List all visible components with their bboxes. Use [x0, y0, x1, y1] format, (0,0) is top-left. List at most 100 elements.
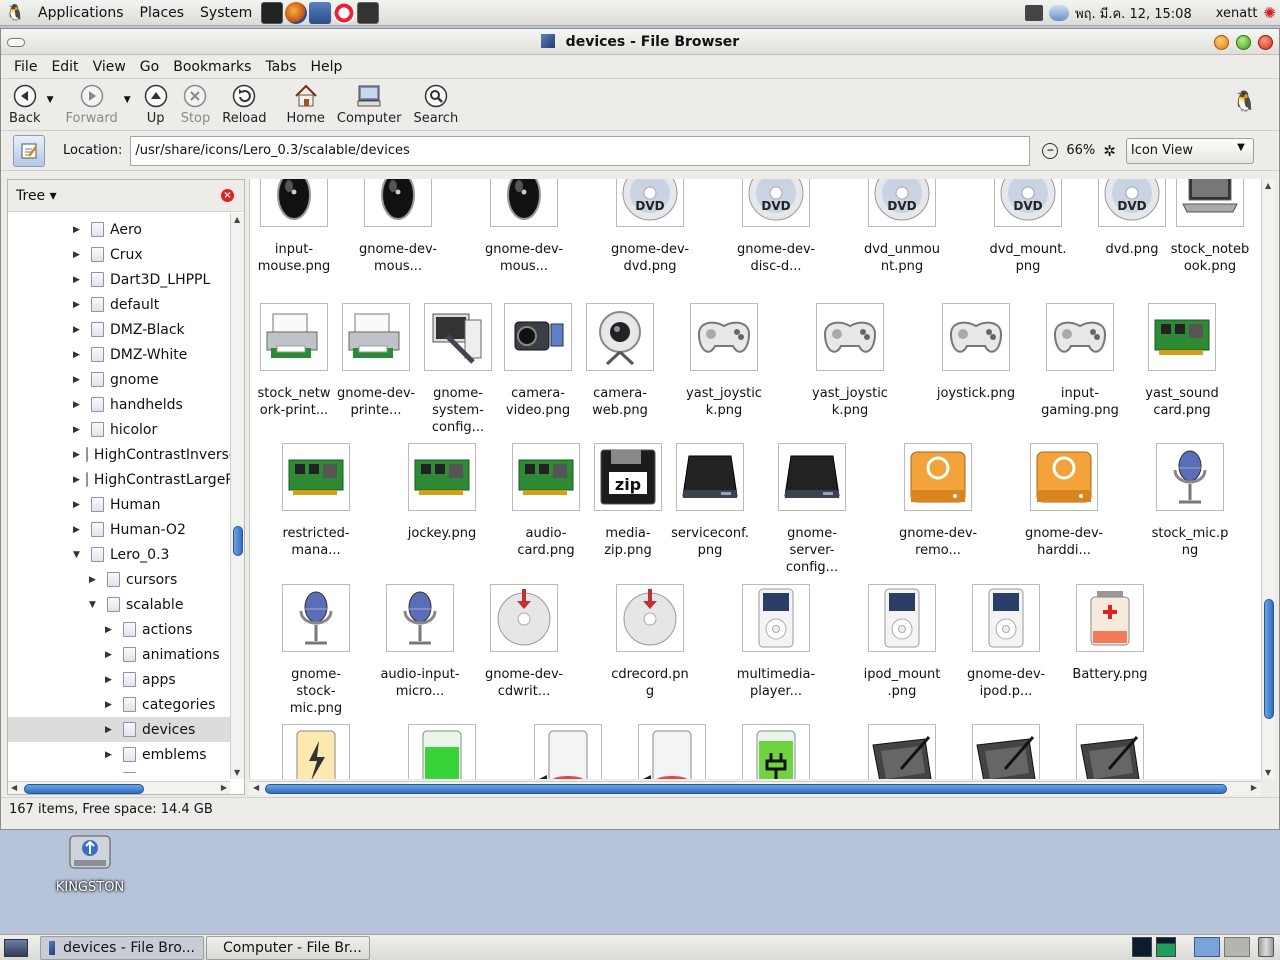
expander-closed-icon[interactable]: ▶ — [105, 700, 117, 710]
file-item[interactable]: cdrecord.png — [610, 584, 690, 700]
tree-item-animations[interactable]: ▶ animations — [8, 642, 230, 667]
editor-launcher-icon[interactable] — [309, 1, 332, 24]
tree-scroll-thumb[interactable] — [233, 526, 243, 556]
icon-view-hscroll-thumb[interactable] — [265, 784, 1227, 794]
file-item[interactable]: gnome-dev-cdwrit... — [484, 584, 564, 700]
expander-closed-icon[interactable]: ▶ — [105, 675, 117, 685]
reload-button[interactable]: Reload — [216, 83, 272, 126]
network-icon[interactable] — [1025, 5, 1044, 21]
file-item[interactable] — [276, 724, 356, 779]
tree-item-crux[interactable]: ▶ Crux — [8, 242, 230, 267]
system-menu[interactable]: System — [192, 0, 260, 26]
icon-view-horizontal-scrollbar[interactable]: ◀ ▶ — [249, 781, 1261, 795]
file-item[interactable]: DVD dvd_unmount.png — [862, 179, 942, 275]
user-name[interactable]: xenatt — [1216, 6, 1258, 21]
file-item[interactable]: serviceconf.png — [670, 443, 750, 559]
tree-item-human-o2[interactable]: ▶ Human-O2 — [8, 517, 230, 542]
expander-closed-icon[interactable]: ▶ — [89, 575, 101, 585]
distro-logo-icon[interactable]: 🐧 — [4, 2, 26, 24]
tree-item-dmz-white[interactable]: ▶ DMZ-White — [8, 342, 230, 367]
tree-item-gnome[interactable]: ▶ gnome — [8, 367, 230, 392]
tree-item-human[interactable]: ▶ Human — [8, 492, 230, 517]
file-item[interactable]: multimedia-player... — [736, 584, 816, 700]
file-item[interactable]: gnome-dev-harddi... — [1024, 443, 1104, 559]
window-titlebar[interactable]: devices - File Browser — [1, 29, 1279, 55]
tree-item-default[interactable]: ▶ default — [8, 292, 230, 317]
tree-item-mimetypes[interactable]: ▶mimetypes — [8, 767, 230, 773]
file-item[interactable]: gnome-dev-printe... — [336, 303, 416, 419]
expander-closed-icon[interactable]: ▶ — [73, 475, 80, 485]
expander-closed-icon[interactable]: ▶ — [73, 300, 85, 310]
places-menu[interactable]: Places — [132, 0, 193, 26]
file-item[interactable]: audio-input-micro... — [380, 584, 460, 700]
file-item[interactable]: DVD dvd.png — [1092, 179, 1172, 258]
menu-file[interactable]: File — [7, 59, 44, 75]
tree-item-hicolor[interactable]: ▶ hicolor — [8, 417, 230, 442]
tree-item-devices[interactable]: ▶ devices — [8, 717, 230, 742]
expander-closed-icon[interactable]: ▶ — [73, 375, 85, 385]
file-item[interactable]: joystick.png — [936, 303, 1016, 402]
file-item[interactable]: restricted-mana... — [276, 443, 356, 559]
tree-item-lero-0-3[interactable]: ▼ Lero_0.3 — [8, 542, 230, 567]
file-item[interactable] — [402, 724, 482, 779]
expander-closed-icon[interactable]: ▶ — [105, 750, 117, 760]
file-item[interactable]: DVD gnome-dev-disc-d... — [736, 179, 816, 275]
tree-item-highcontrastinverse[interactable]: ▶ HighContrastInverse — [8, 442, 232, 467]
file-item[interactable] — [966, 724, 1046, 779]
tree-vertical-scrollbar[interactable]: ▲ ▼ — [230, 213, 244, 779]
expander-closed-icon[interactable]: ▶ — [73, 400, 85, 410]
menu-tabs[interactable]: Tabs — [258, 59, 303, 75]
expander-closed-icon[interactable]: ▶ — [73, 450, 80, 460]
file-item[interactable]: gnome-dev-remo... — [898, 443, 978, 559]
workspace-2[interactable] — [1224, 937, 1250, 957]
computer-button[interactable]: Computer — [331, 83, 408, 126]
file-item[interactable]: gnome-server-config... — [772, 443, 852, 576]
expander-open-icon[interactable]: ▼ — [73, 550, 85, 560]
file-item[interactable]: gnome-stock-mic.png — [276, 584, 356, 717]
expander-closed-icon[interactable]: ▶ — [73, 225, 85, 235]
tree-horizontal-scrollbar[interactable]: ◀ ▶ — [8, 781, 230, 794]
file-item[interactable]: gnome-dev-mous... — [358, 179, 438, 275]
zoom-level[interactable]: 66% — [1066, 143, 1095, 158]
expander-closed-icon[interactable]: ▶ — [73, 325, 85, 335]
back-button[interactable]: Back — [1, 83, 47, 126]
file-item[interactable]: audio-card.png — [506, 443, 586, 559]
trash-icon[interactable] — [1258, 937, 1274, 957]
menu-bookmarks[interactable]: Bookmarks — [166, 59, 258, 75]
sidebar-mode-select[interactable]: Tree ▾ — [16, 188, 57, 204]
file-item[interactable]: input-mouse.png — [254, 179, 334, 275]
zoom-in-icon[interactable]: ✲ — [1103, 142, 1116, 160]
applications-menu[interactable]: Applications — [30, 0, 132, 26]
tree-item-dmz-black[interactable]: ▶ DMZ-Black — [8, 317, 230, 342]
tree-item-highcontrastlargeprint[interactable]: ▶ HighContrastLargePrint — [8, 467, 232, 492]
terminal-launcher-icon[interactable] — [261, 1, 284, 24]
expander-open-icon[interactable]: ▼ — [89, 600, 101, 610]
system-monitor-icon[interactable] — [1132, 937, 1152, 957]
show-desktop-icon[interactable] — [4, 938, 28, 957]
menu-help[interactable]: Help — [303, 59, 349, 75]
file-item[interactable]: yast_soundcard.png — [1142, 303, 1222, 419]
file-item[interactable]: gnome-system-config... — [418, 303, 498, 436]
memory-monitor-icon[interactable] — [1156, 937, 1176, 957]
firefox-launcher-icon[interactable] — [285, 1, 308, 24]
menu-go[interactable]: Go — [133, 59, 166, 75]
menu-view[interactable]: View — [86, 59, 133, 75]
weather-icon[interactable] — [1049, 5, 1070, 21]
workspace-1[interactable] — [1194, 937, 1220, 957]
file-item[interactable]: DVD dvd_mount.png — [988, 179, 1068, 275]
file-item[interactable]: Battery.png — [1070, 584, 1150, 683]
file-item[interactable] — [632, 724, 712, 779]
expander-closed-icon[interactable]: ▶ — [105, 725, 117, 735]
expander-closed-icon[interactable]: ▶ — [73, 425, 85, 435]
expander-closed-icon[interactable]: ▶ — [73, 500, 85, 510]
maximize-button[interactable] — [1236, 35, 1251, 50]
icon-view-scroll-thumb[interactable] — [1264, 599, 1274, 719]
expander-closed-icon[interactable]: ▶ — [73, 250, 85, 260]
taskbar-item-devices[interactable]: devices - File Bro... — [40, 935, 204, 960]
file-item[interactable]: camera-video.png — [498, 303, 578, 419]
file-item[interactable]: stock_mic.png — [1150, 443, 1230, 559]
expander-closed-icon[interactable]: ▶ — [73, 525, 85, 535]
tree-item-aero[interactable]: ▶ Aero — [8, 217, 230, 242]
clock[interactable]: พฤ. มี.ค. 12, 15:08 — [1075, 3, 1192, 24]
file-item[interactable] — [1070, 724, 1150, 779]
